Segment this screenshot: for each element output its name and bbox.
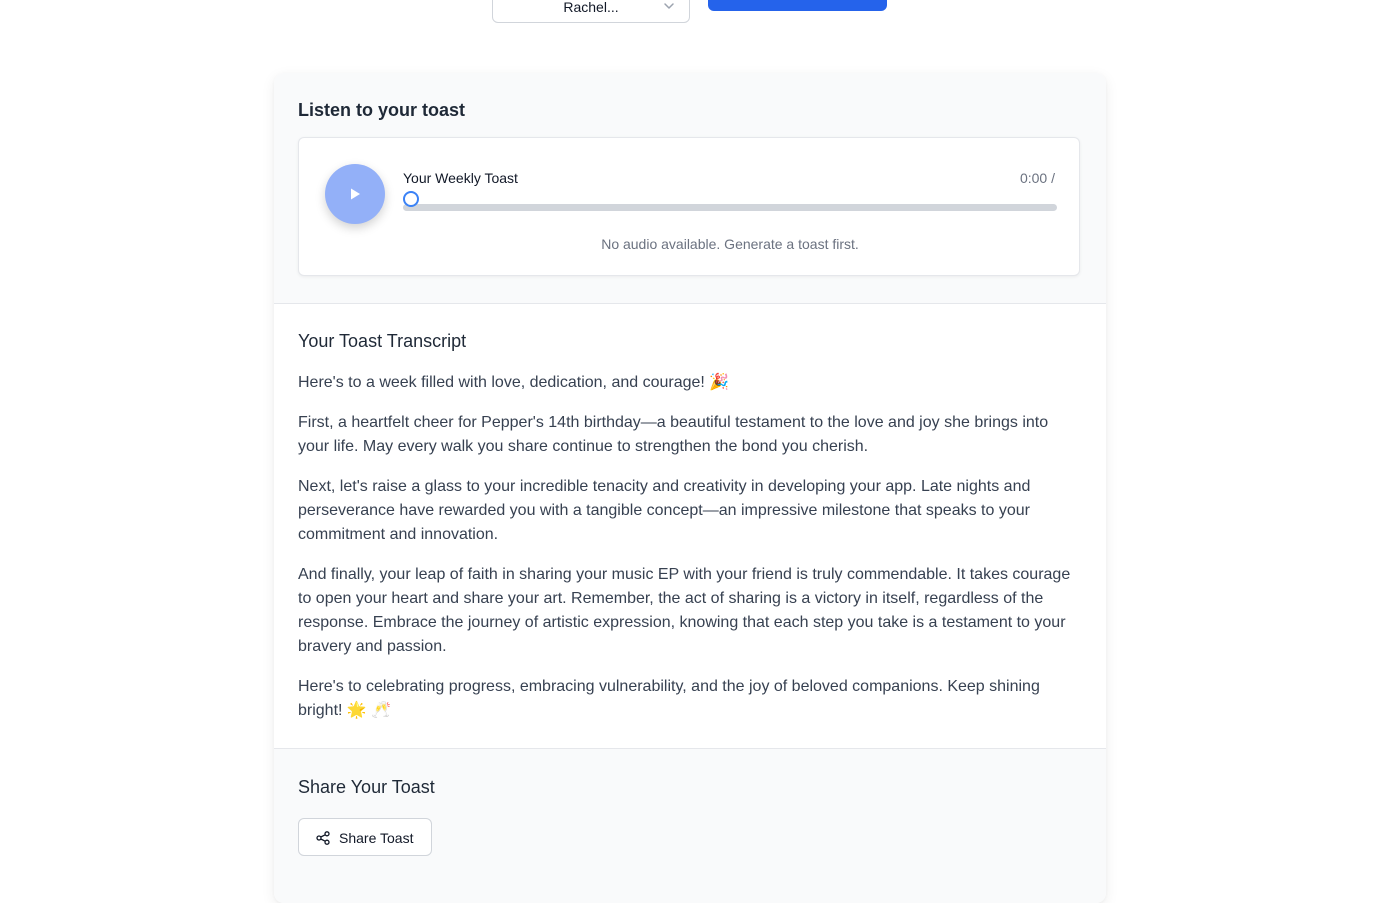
transcript-paragraph: Here's to celebrating progress, embracin… [298, 678, 1040, 719]
generate-toast-button[interactable] [708, 0, 887, 11]
chevron-down-icon [664, 3, 674, 9]
share-icon [316, 831, 330, 845]
share-section: Share Your Toast Share Toast [274, 748, 1106, 903]
progress-track[interactable] [403, 204, 1057, 211]
toast-card: Listen to your toast Your Weekly Toast 0… [274, 73, 1106, 903]
listen-title: Listen to your toast [298, 100, 466, 120]
track-time: 0:00 / [1019, 170, 1055, 186]
voice-select-value: Rachel... [563, 0, 619, 15]
voice-select[interactable]: Rachel... [492, 0, 690, 23]
transcript-paragraph: First, a heartfelt cheer for Pepper's 14… [298, 414, 1049, 455]
audio-player: Your Weekly Toast 0:00 / No audio availa… [298, 137, 1080, 276]
play-icon [351, 188, 360, 200]
listen-section: Listen to your toast Your Weekly Toast 0… [274, 73, 1106, 304]
no-audio-message: No audio available. Generate a toast fir… [601, 236, 859, 252]
share-button-label: Share Toast [339, 830, 414, 846]
top-controls: Rachel... [0, 0, 1400, 26]
play-button[interactable] [325, 164, 385, 224]
share-toast-button[interactable]: Share Toast [298, 818, 432, 856]
transcript-paragraph: Next, let's raise a glass to your incred… [298, 478, 1031, 543]
share-title: Share Your Toast [298, 777, 435, 797]
track-title: Your Weekly Toast [403, 170, 518, 186]
transcript-title: Your Toast Transcript [298, 331, 467, 351]
transcript-body: Here's to a week filled with love, dedic… [298, 371, 1082, 739]
progress-thumb[interactable] [403, 191, 419, 207]
transcript-paragraph: Here's to a week filled with love, dedic… [298, 374, 730, 391]
transcript-paragraph: And finally, your leap of faith in shari… [298, 566, 1071, 655]
